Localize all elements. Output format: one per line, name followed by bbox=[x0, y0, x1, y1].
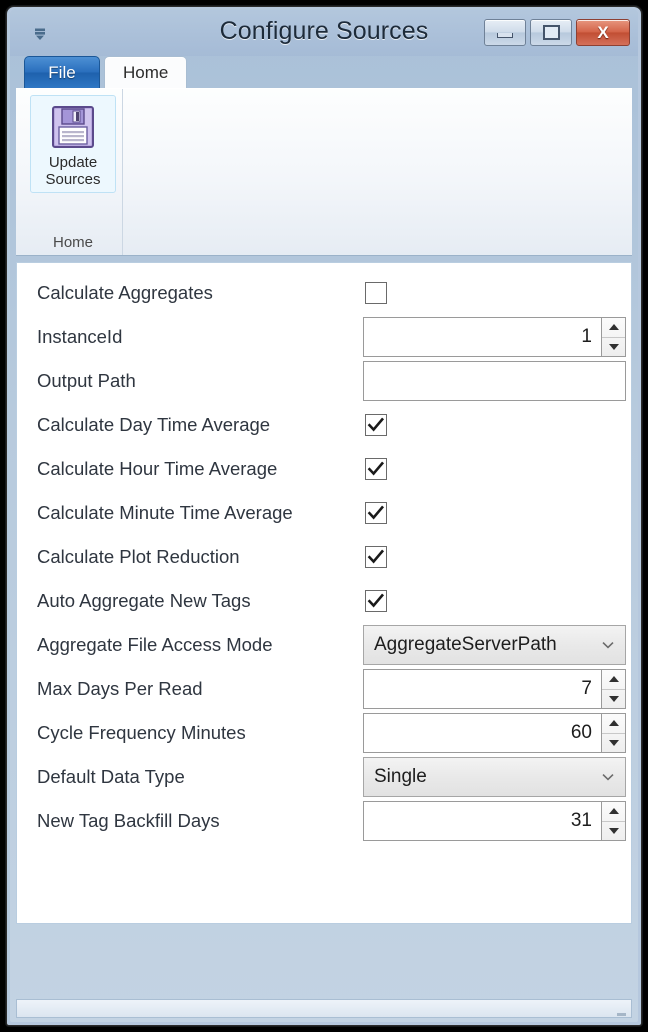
chevron-down-icon bbox=[608, 343, 619, 350]
combobox-aggregate-file-access-mode[interactable]: AggregateServerPath bbox=[363, 625, 626, 665]
spinner-cycle-frequency-minutes: 60 bbox=[363, 713, 626, 753]
minimize-button[interactable] bbox=[484, 19, 526, 46]
checkbox-calculate-minute-time-average[interactable] bbox=[365, 502, 387, 524]
chevron-down-icon bbox=[601, 773, 615, 781]
settings-form: Calculate Aggregates InstanceId 1 Output Pa… bbox=[17, 263, 631, 843]
tab-file[interactable]: File bbox=[24, 56, 100, 88]
settings-row: Calculate Hour Time Average bbox=[22, 447, 626, 491]
settings-label-instanceid: InstanceId bbox=[37, 326, 123, 347]
status-bar bbox=[16, 999, 632, 1018]
settings-label-calculate-plot-reduction: Calculate Plot Reduction bbox=[37, 546, 240, 567]
spinner-new-tag-backfill-days: 31 bbox=[363, 801, 626, 841]
spinner-value-new-tag-backfill-days: 31 bbox=[570, 810, 592, 831]
spinner-down-button[interactable] bbox=[602, 732, 625, 753]
save-floppy-disk-icon bbox=[46, 100, 100, 154]
spinner-up-button[interactable] bbox=[602, 714, 625, 733]
settings-row: Default Data Type Single bbox=[22, 755, 626, 799]
chevron-down-icon bbox=[608, 739, 619, 746]
settings-label-calculate-minute-time-average: Calculate Minute Time Average bbox=[37, 502, 293, 523]
settings-label-default-data-type: Default Data Type bbox=[37, 766, 185, 787]
combobox-value-default-data-type: Single bbox=[374, 766, 427, 787]
spinner-down-button[interactable] bbox=[602, 688, 625, 709]
settings-row: Calculate Plot Reduction bbox=[22, 535, 626, 579]
settings-row: Calculate Minute Time Average bbox=[22, 491, 626, 535]
spinner-up-button[interactable] bbox=[602, 670, 625, 689]
spinner-input-cycle-frequency-minutes[interactable]: 60 bbox=[363, 713, 602, 753]
spinner-up-button[interactable] bbox=[602, 318, 625, 337]
spinner-value-instanceid: 1 bbox=[581, 326, 592, 347]
spinner-buttons[interactable] bbox=[602, 669, 626, 709]
spinner-buttons[interactable] bbox=[602, 801, 626, 841]
ribbon-tabstrip: File Home bbox=[10, 56, 638, 88]
chevron-down-icon bbox=[608, 827, 619, 834]
update-sources-button[interactable]: Update Sources bbox=[30, 95, 116, 193]
checkbox-calculate-day-time-average[interactable] bbox=[365, 414, 387, 436]
title-bar[interactable]: Configure Sources X bbox=[10, 9, 638, 56]
textfield-output-path bbox=[363, 361, 626, 401]
settings-row: Cycle Frequency Minutes 60 bbox=[22, 711, 626, 755]
settings-row: Aggregate File Access Mode AggregateServe… bbox=[22, 623, 626, 667]
ribbon-panel: Update Sources Home bbox=[16, 88, 632, 256]
maximize-button[interactable] bbox=[530, 19, 572, 46]
spinner-instanceid: 1 bbox=[363, 317, 626, 357]
spinner-buttons[interactable] bbox=[602, 713, 626, 753]
settings-row: Auto Aggregate New Tags bbox=[22, 579, 626, 623]
checkbox-calculate-hour-time-average[interactable] bbox=[365, 458, 387, 480]
settings-label-auto-aggregate-new-tags: Auto Aggregate New Tags bbox=[37, 590, 251, 611]
ribbon-group-home: Update Sources Home bbox=[24, 89, 123, 255]
chevron-up-icon bbox=[608, 808, 619, 815]
settings-row: New Tag Backfill Days 31 bbox=[22, 799, 626, 843]
settings-row: Calculate Aggregates bbox=[22, 271, 626, 315]
checkbox-calculate-plot-reduction[interactable] bbox=[365, 546, 387, 568]
settings-row: Calculate Day Time Average bbox=[22, 403, 626, 447]
settings-panel: Calculate Aggregates InstanceId 1 Output Pa… bbox=[16, 262, 632, 924]
chevron-down-icon bbox=[601, 641, 615, 649]
close-button[interactable]: X bbox=[576, 19, 630, 46]
chevron-down-icon bbox=[608, 695, 619, 702]
window-controls: X bbox=[484, 19, 630, 46]
settings-label-calculate-aggregates: Calculate Aggregates bbox=[37, 282, 213, 303]
spinner-down-button[interactable] bbox=[602, 336, 625, 357]
spinner-input-max-days-per-read[interactable]: 7 bbox=[363, 669, 602, 709]
ribbon-group-label: Home bbox=[52, 234, 93, 251]
combobox-value-aggregate-file-access-mode: AggregateServerPath bbox=[374, 634, 557, 655]
combobox-default-data-type[interactable]: Single bbox=[363, 757, 626, 797]
minimize-icon bbox=[497, 33, 513, 38]
resize-grip-icon[interactable] bbox=[616, 1004, 628, 1016]
spinner-input-instanceid[interactable]: 1 bbox=[363, 317, 602, 357]
maximize-icon bbox=[542, 25, 560, 40]
settings-label-calculate-hour-time-average: Calculate Hour Time Average bbox=[37, 458, 278, 479]
settings-label-max-days-per-read: Max Days Per Read bbox=[37, 678, 203, 699]
close-icon: X bbox=[597, 23, 609, 42]
text-input-output-path[interactable] bbox=[363, 361, 626, 401]
spinner-up-button[interactable] bbox=[602, 802, 625, 821]
tab-home[interactable]: Home bbox=[104, 56, 188, 88]
update-sources-label-line2: Sources bbox=[45, 171, 101, 188]
application-window: Configure Sources X File Home Update Sou… bbox=[6, 6, 642, 1026]
settings-label-output-path: Output Path bbox=[37, 370, 136, 391]
checkbox-calculate-aggregates[interactable] bbox=[365, 282, 387, 304]
settings-row: Output Path bbox=[22, 359, 626, 403]
update-sources-label-line1: Update bbox=[48, 154, 98, 171]
settings-row: Max Days Per Read 7 bbox=[22, 667, 626, 711]
spinner-value-cycle-frequency-minutes: 60 bbox=[570, 722, 592, 743]
chevron-up-icon bbox=[608, 720, 619, 727]
spinner-input-new-tag-backfill-days[interactable]: 31 bbox=[363, 801, 602, 841]
spinner-buttons[interactable] bbox=[602, 317, 626, 357]
chevron-up-icon bbox=[608, 676, 619, 683]
settings-label-cycle-frequency-minutes: Cycle Frequency Minutes bbox=[37, 722, 246, 743]
checkbox-auto-aggregate-new-tags[interactable] bbox=[365, 590, 387, 612]
settings-label-aggregate-file-access-mode: Aggregate File Access Mode bbox=[37, 634, 273, 655]
customize-quick-access-toolbar-icon[interactable] bbox=[32, 26, 48, 42]
spinner-max-days-per-read: 7 bbox=[363, 669, 626, 709]
spinner-down-button[interactable] bbox=[602, 820, 625, 841]
settings-label-calculate-day-time-average: Calculate Day Time Average bbox=[37, 414, 271, 435]
spinner-value-max-days-per-read: 7 bbox=[581, 678, 592, 699]
chevron-up-icon bbox=[608, 324, 619, 331]
settings-row: InstanceId 1 bbox=[22, 315, 626, 359]
settings-label-new-tag-backfill-days: New Tag Backfill Days bbox=[37, 810, 220, 831]
window-inner: Configure Sources X File Home Update Sou… bbox=[10, 9, 638, 1022]
